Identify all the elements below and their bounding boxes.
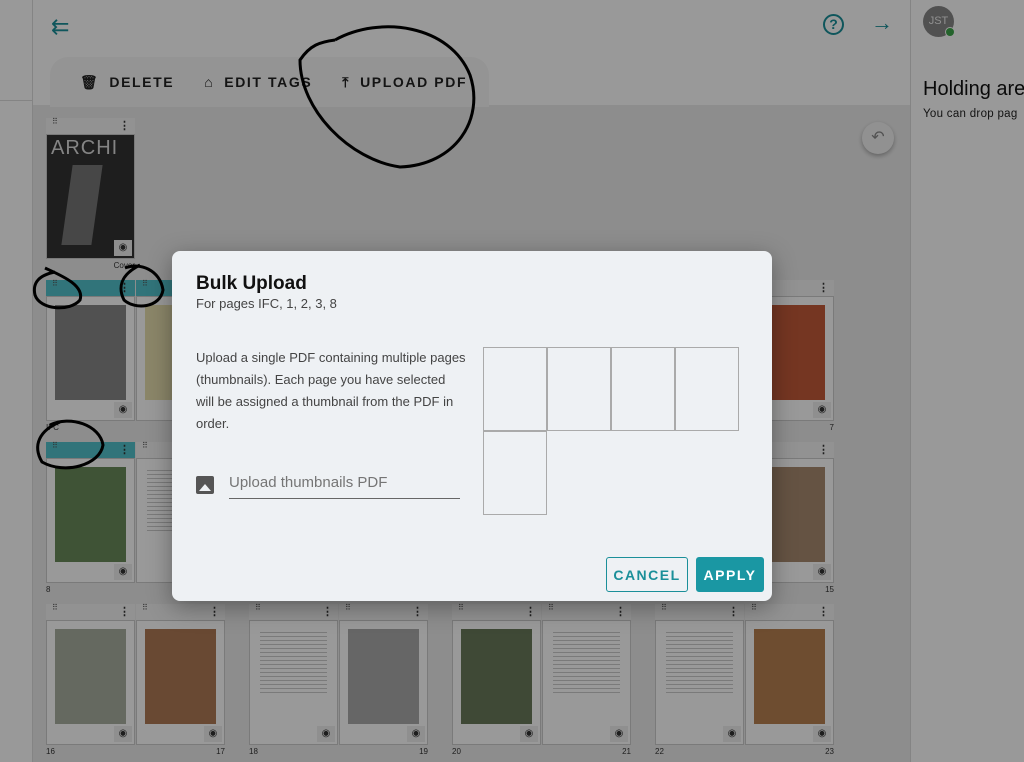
dialog-description: Upload a single PDF containing multiple … [196,350,466,431]
thumbnail-slot [675,347,739,431]
upload-thumbnails-input[interactable] [229,471,460,499]
image-icon [196,476,214,494]
thumbnail-slot [547,347,611,431]
thumbnail-slot [483,347,547,431]
cancel-button[interactable]: CANCEL [606,557,688,592]
dialog-subtitle: For pages IFC, 1, 2, 3, 8 [196,296,337,311]
bulk-upload-dialog: Bulk Upload For pages IFC, 1, 2, 3, 8 Up… [172,251,772,601]
apply-button[interactable]: APPLY [696,557,764,592]
dialog-title: Bulk Upload [196,273,307,294]
thumbnail-slot [611,347,675,431]
upload-field[interactable] [196,471,460,499]
thumbnail-slot [483,431,547,515]
